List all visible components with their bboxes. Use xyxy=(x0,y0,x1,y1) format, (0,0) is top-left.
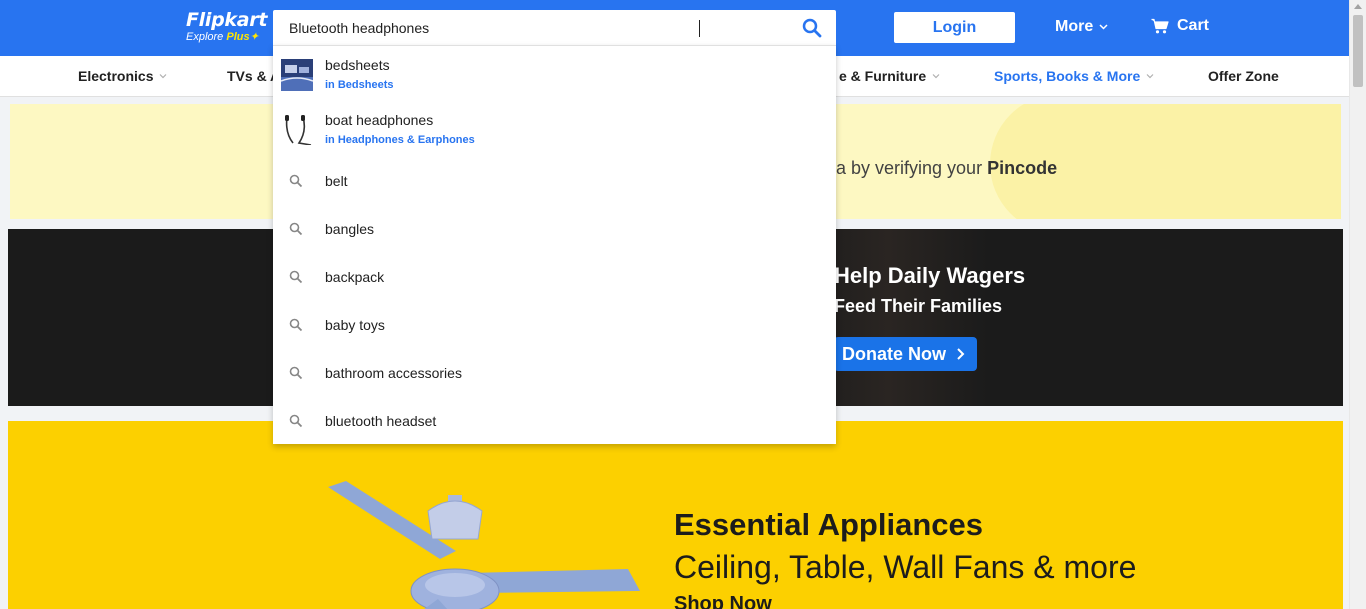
suggestion-item[interactable]: backpack xyxy=(273,253,836,301)
donate-now-button[interactable]: Donate Now xyxy=(834,337,977,371)
suggestion-label: baby toys xyxy=(325,317,385,333)
nav-item-label: Sports, Books & More xyxy=(994,68,1141,84)
donate-subtitle: Feed Their Families xyxy=(834,296,1003,316)
suggestion-label: bedsheets xyxy=(325,57,390,73)
search-icon xyxy=(802,18,822,38)
suggestion-category-name: Headphones & Earphones xyxy=(337,134,475,146)
suggestion-item[interactable]: belt xyxy=(273,157,836,205)
nav-item-offer-zone[interactable]: Offer Zone xyxy=(1208,68,1279,84)
suggestion-category: in Headphones & Earphones xyxy=(325,134,475,146)
search-input[interactable] xyxy=(273,10,793,46)
scroll-up-arrow-icon[interactable] xyxy=(1354,4,1362,9)
suggestion-category-name: Bedsheets xyxy=(337,79,394,91)
chevron-down-icon xyxy=(160,74,167,79)
search-icon xyxy=(289,366,303,380)
search-bar xyxy=(273,10,836,46)
login-button[interactable]: Login xyxy=(894,12,1015,43)
text-caret xyxy=(699,20,700,37)
suggestion-in: in xyxy=(325,134,335,146)
logo-tagline: Explore Plus✦ xyxy=(186,31,266,43)
suggestion-label: boat headphones xyxy=(325,112,434,128)
search-icon xyxy=(289,222,303,236)
search-icon xyxy=(289,414,303,428)
search-icon xyxy=(289,174,303,188)
scrollbar-thumb[interactable] xyxy=(1353,15,1363,87)
cart-icon xyxy=(1151,18,1169,34)
search-button[interactable] xyxy=(788,10,836,46)
chevron-down-icon xyxy=(1099,24,1108,30)
chevron-down-icon xyxy=(932,74,940,79)
chevron-down-icon xyxy=(1146,74,1154,79)
nav-item-label: Offer Zone xyxy=(1208,68,1279,84)
tagline-explore: Explore xyxy=(186,31,224,43)
appliances-banner[interactable]: Essential Appliances Ceiling, Table, Wal… xyxy=(8,421,1343,609)
nav-item-label: Electronics xyxy=(78,68,154,84)
suggestion-item[interactable]: bangles xyxy=(273,205,836,253)
more-menu[interactable]: More xyxy=(1055,18,1108,36)
shop-now-link[interactable]: Shop Now xyxy=(674,593,772,609)
cart-link[interactable]: Cart xyxy=(1151,17,1209,35)
tagline-plus: Plus xyxy=(226,31,250,43)
suggestion-item[interactable]: bluetooth headset xyxy=(273,397,836,445)
suggestion-label: backpack xyxy=(325,269,385,285)
suggestion-item[interactable]: bathroom accessories xyxy=(273,349,836,397)
suggestion-label: belt xyxy=(325,173,348,189)
suggestion-item[interactable]: bedsheets in Bedsheets xyxy=(273,46,836,102)
appliances-subtitle: Ceiling, Table, Wall Fans & more xyxy=(674,549,1137,585)
earphones-thumbnail xyxy=(285,115,312,145)
ceiling-fan-image xyxy=(328,481,640,609)
pincode-text-prefix: a by verifying your xyxy=(836,158,983,178)
nav-item-label: e & Furniture xyxy=(839,68,927,84)
nav-item-electronics[interactable]: Electronics xyxy=(78,68,167,84)
pincode-text: a by verifying your Pincode xyxy=(836,158,1057,179)
suggestion-item[interactable]: boat headphones in Headphones & Earphone… xyxy=(273,102,836,157)
pincode-bold: Pincode xyxy=(987,158,1058,178)
donate-button-label: Donate Now xyxy=(842,343,947,364)
donate-title: Help Daily Wagers xyxy=(834,263,1026,288)
flipkart-logo[interactable]: Flipkart Explore Plus✦ xyxy=(186,9,268,49)
search-icon xyxy=(289,270,303,284)
search-icon xyxy=(289,318,303,332)
cart-label: Cart xyxy=(1177,17,1210,34)
suggestion-item[interactable]: baby toys xyxy=(273,301,836,349)
more-label: More xyxy=(1055,18,1094,35)
search-suggestions-dropdown: bedsheets in Bedsheets boat headphones i… xyxy=(273,45,836,444)
suggestion-category: in Bedsheets xyxy=(325,79,393,91)
bedsheet-thumbnail xyxy=(281,59,313,91)
appliances-title: Essential Appliances xyxy=(674,507,983,542)
nav-item-sports-books[interactable]: Sports, Books & More xyxy=(994,68,1154,84)
suggestion-in: in xyxy=(325,79,335,91)
chevron-right-icon xyxy=(957,348,965,360)
page-scrollbar[interactable] xyxy=(1349,0,1366,609)
plus-star-icon: ✦ xyxy=(249,31,259,43)
suggestion-label: bluetooth headset xyxy=(325,413,437,429)
flipkart-page: Flipkart Explore Plus✦ Login More xyxy=(0,0,1366,609)
logo-wordmark: Flipkart xyxy=(186,9,268,31)
nav-item-home-furniture[interactable]: e & Furniture xyxy=(839,68,940,84)
suggestion-label: bathroom accessories xyxy=(325,365,462,381)
suggestion-label: bangles xyxy=(325,221,375,237)
